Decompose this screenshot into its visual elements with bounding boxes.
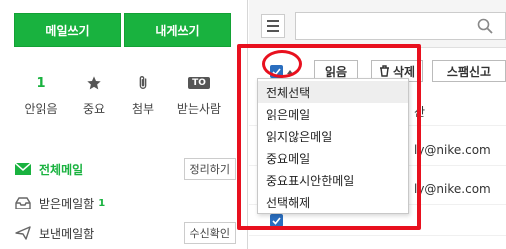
sidebar-item-label: 전체메일 — [39, 162, 84, 177]
star-icon — [87, 76, 101, 90]
quick-filter-important[interactable]: 중요 — [66, 72, 122, 117]
mail-sender: ly@nike.com — [414, 182, 491, 196]
paperclip-icon — [139, 76, 147, 89]
quick-filter-attachment[interactable]: 첨부 — [115, 72, 171, 117]
report-spam-button[interactable]: 스팸신고 — [432, 60, 506, 82]
inbox-icon — [14, 196, 32, 210]
unread-count: 1 — [36, 75, 46, 91]
write-to-self-button[interactable]: 내게쓰기 — [124, 13, 231, 47]
sidebar-item-label: 보낸메일함 — [39, 226, 95, 241]
search-icon[interactable] — [477, 18, 493, 34]
read-receipt-button[interactable]: 수신확인 — [183, 222, 236, 244]
sidebar: 메일쓰기 내게쓰기 1 안읽음 중요 첨부 TO 받는사람 전체메일 정리하기 … — [0, 0, 248, 249]
quick-filter-to-me[interactable]: TO 받는사람 — [171, 72, 227, 117]
quick-filter-label: 첨부 — [131, 102, 155, 116]
hamburger-menu-icon[interactable] — [261, 14, 285, 38]
quick-filter-label: 안읽음 — [24, 102, 58, 116]
quick-filter-unread[interactable]: 1 안읽음 — [13, 72, 69, 117]
to-badge: TO — [188, 77, 210, 89]
write-mail-button[interactable]: 메일쓰기 — [14, 13, 121, 47]
organize-button[interactable]: 정리하기 — [183, 158, 236, 180]
search-bar — [249, 0, 506, 48]
sidebar-item-label: 받은메일함 — [39, 196, 95, 211]
sidebar-item-inbox[interactable]: 받은메일함 1 — [14, 192, 236, 214]
annotation-highlight-circle — [262, 50, 302, 78]
sidebar-item-all-mail[interactable]: 전체메일 정리하기 — [14, 158, 236, 180]
send-icon — [14, 226, 32, 240]
quick-filter-label: 중요 — [82, 102, 106, 116]
search-input[interactable] — [295, 12, 506, 40]
envelope-icon — [14, 162, 32, 176]
mail-sender: ly@nike.com — [414, 143, 491, 157]
inbox-count: 1 — [98, 197, 106, 209]
sidebar-item-sent[interactable]: 보낸메일함 수신확인 — [14, 222, 236, 244]
quick-filter-label: 받는사람 — [176, 102, 222, 116]
